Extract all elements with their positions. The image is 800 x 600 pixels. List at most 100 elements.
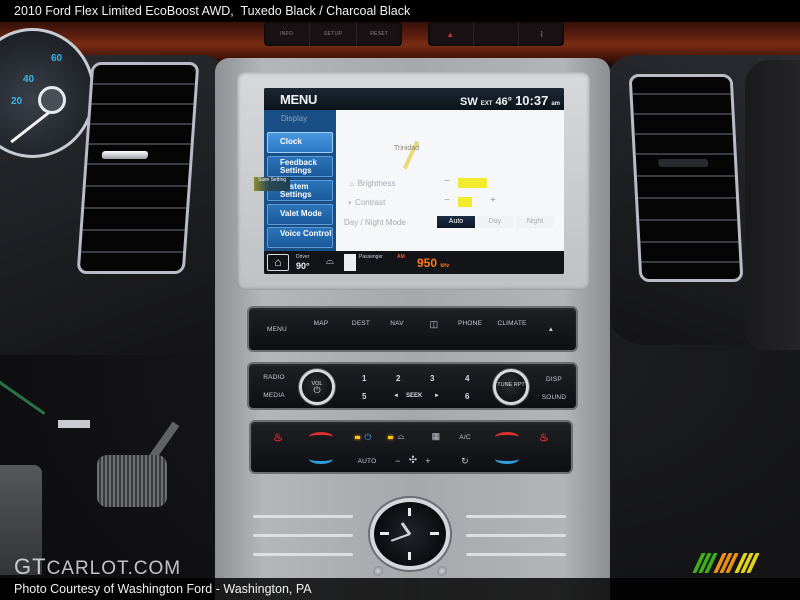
mode-auto-button[interactable]: Auto <box>437 216 475 228</box>
passenger-heated-seat-button[interactable]: ♨ <box>539 431 549 444</box>
vent-adjust-tab[interactable] <box>658 159 709 167</box>
mode-night-button[interactable]: Night <box>516 216 554 228</box>
brightness-minus-button[interactable]: − <box>440 176 454 187</box>
passenger-temp-up-button[interactable] <box>495 432 519 442</box>
hood-release-label <box>58 420 90 428</box>
sidebar-item-clock[interactable]: Clock <box>267 132 333 153</box>
contrast-level-bar <box>458 197 472 207</box>
credit-bar: Photo Courtesy of Washington Ford - Wash… <box>0 578 800 600</box>
screen-title: MENU <box>280 92 318 107</box>
climate-control-panel: ♨ ⏻ ⌓ ▦ A/C AUTO − ✣ + ↻ ♨ <box>249 420 573 474</box>
info-button[interactable]: ◫ <box>417 319 451 330</box>
driver-heated-seat-button[interactable]: ♨ <box>273 431 283 444</box>
clock-mark-9 <box>380 532 389 535</box>
speaker-grille-line <box>466 515 566 518</box>
front-defrost-button[interactable]: ⌓ <box>394 431 408 442</box>
contrast-plus-button[interactable]: + <box>486 195 500 206</box>
analog-clock <box>370 498 450 570</box>
rear-defrost-button[interactable]: ▦ <box>426 431 446 442</box>
auto-button[interactable]: AUTO <box>357 458 377 465</box>
preset-4-button[interactable]: 4 <box>465 374 469 383</box>
radio-frequency[interactable]: 950 kHz <box>417 256 449 270</box>
preset-6-button[interactable]: 6 <box>465 392 469 401</box>
media-button[interactable]: MEDIA <box>257 392 291 399</box>
blank-button[interactable] <box>474 22 520 46</box>
map-button[interactable]: MAP <box>299 320 343 327</box>
clock-mark-3 <box>430 532 439 535</box>
dashboard-photo: INFO SETUP RESET ▲ ⌇ 60 40 20 MENU SW EX… <box>0 0 800 600</box>
climate-power-button[interactable]: ⏻ <box>361 432 375 443</box>
ext-label: EXT <box>480 101 493 107</box>
sidebar-item-valet-mode[interactable]: Valet Mode <box>267 204 333 225</box>
home-icon: ⌂ <box>274 255 282 269</box>
hazard-button[interactable]: ▲ <box>428 22 474 46</box>
recirculation-button[interactable]: ↻ <box>455 456 475 467</box>
preset-3-button[interactable]: 3 <box>430 374 434 383</box>
sidebar-item-feedback-settings[interactable]: Feedback Settings <box>267 156 333 177</box>
gtcarlot-watermark: GTCARLOT.COM <box>14 554 181 580</box>
info-button[interactable]: INFO <box>264 22 311 46</box>
driver-temperature[interactable]: 90° <box>296 261 310 271</box>
frequency-value: 950 <box>417 256 438 270</box>
defrost-icon: ⌇ <box>539 29 544 39</box>
save-setting-button[interactable]: Save Setting <box>254 177 290 191</box>
sidebar-item-voice-control[interactable]: Voice Control <box>267 227 333 248</box>
tune-knob[interactable]: TUNE RPT <box>493 369 529 405</box>
phone-button[interactable]: PHONE <box>453 320 487 327</box>
climate-button[interactable]: CLIMATE <box>489 320 535 327</box>
compass-heading: SW <box>460 96 478 108</box>
touchscreen-display: MENU SW EXT 46° 10:37 am Trinidad ☼ Brig… <box>264 88 564 274</box>
status-area: SW EXT 46° 10:37 am <box>460 93 560 108</box>
seek-forward-button[interactable]: ► <box>434 393 440 399</box>
right-air-vent[interactable] <box>628 74 744 282</box>
preset-1-button[interactable]: 1 <box>362 374 366 383</box>
photo-credit: Photo Courtesy of Washington Ford - Wash… <box>14 582 312 596</box>
radio-band: AM <box>397 254 405 260</box>
driver-temp-up-button[interactable] <box>309 432 333 442</box>
rear-defrost-button[interactable]: ⌇ <box>519 22 564 46</box>
dest-button[interactable]: DEST <box>345 320 377 327</box>
vent-adjust-tab[interactable] <box>101 151 149 159</box>
setup-button[interactable]: SETUP <box>310 22 357 46</box>
page-title: 2010 Ford Flex Limited EcoBoost AWD, Tux… <box>14 4 411 18</box>
clock-mark-12 <box>408 508 411 516</box>
speaker-grille-line <box>466 534 566 537</box>
clock-mark-6 <box>408 552 411 560</box>
power-indicator-led <box>355 436 360 439</box>
seek-back-button[interactable]: ◄ <box>393 393 399 399</box>
sound-button[interactable]: SOUND <box>537 394 571 401</box>
speaker-grille-line <box>466 553 566 556</box>
fan-speed-up-button[interactable]: + <box>423 456 433 466</box>
disp-button[interactable]: DISP <box>537 376 571 383</box>
defrost-icon[interactable]: ⌓ <box>326 256 334 267</box>
home-button[interactable]: ⌂ <box>267 254 289 271</box>
passenger-temp-down-button[interactable] <box>495 454 519 464</box>
ac-button[interactable]: A/C <box>455 434 475 441</box>
map-label: Trinidad <box>394 145 420 152</box>
driver-temp-down-button[interactable] <box>309 454 333 464</box>
volume-power-knob[interactable]: VOL ⏻ <box>299 369 335 405</box>
hazard-icon: ▲ <box>446 29 455 39</box>
defrost-indicator-led <box>388 436 393 439</box>
parking-brake-pedal <box>97 455 167 507</box>
reset-button[interactable]: RESET <box>357 22 402 46</box>
clock-time: 10:37 <box>515 93 549 108</box>
navigation-button-panel: MENU MAP DEST NAV ◫ PHONE CLIMATE ▲ <box>247 306 578 352</box>
day-night-mode-label: Day / Night Mode <box>344 218 406 227</box>
left-air-vent[interactable] <box>76 62 200 274</box>
speaker-grille-line <box>253 534 353 537</box>
mode-day-button[interactable]: Day <box>476 216 514 228</box>
nav-button[interactable]: NAV <box>381 320 413 327</box>
fan-speed-down-button[interactable]: − <box>393 456 403 466</box>
eject-button[interactable]: ▲ <box>539 326 563 333</box>
seek-label: SEEK <box>406 393 423 399</box>
menu-button[interactable]: MENU <box>259 326 295 333</box>
radio-button[interactable]: RADIO <box>257 374 291 381</box>
passenger-seat-box[interactable] <box>344 254 356 271</box>
gauge-needle <box>10 111 50 144</box>
preset-2-button[interactable]: 2 <box>396 374 400 383</box>
contrast-minus-button[interactable]: − <box>440 195 454 206</box>
clock-ampm: am <box>551 101 560 107</box>
preset-5-button[interactable]: 5 <box>362 392 366 401</box>
screen-footer: ⌂ Driver 90° ⌓ Passenger AM 950 kHz <box>264 251 564 274</box>
